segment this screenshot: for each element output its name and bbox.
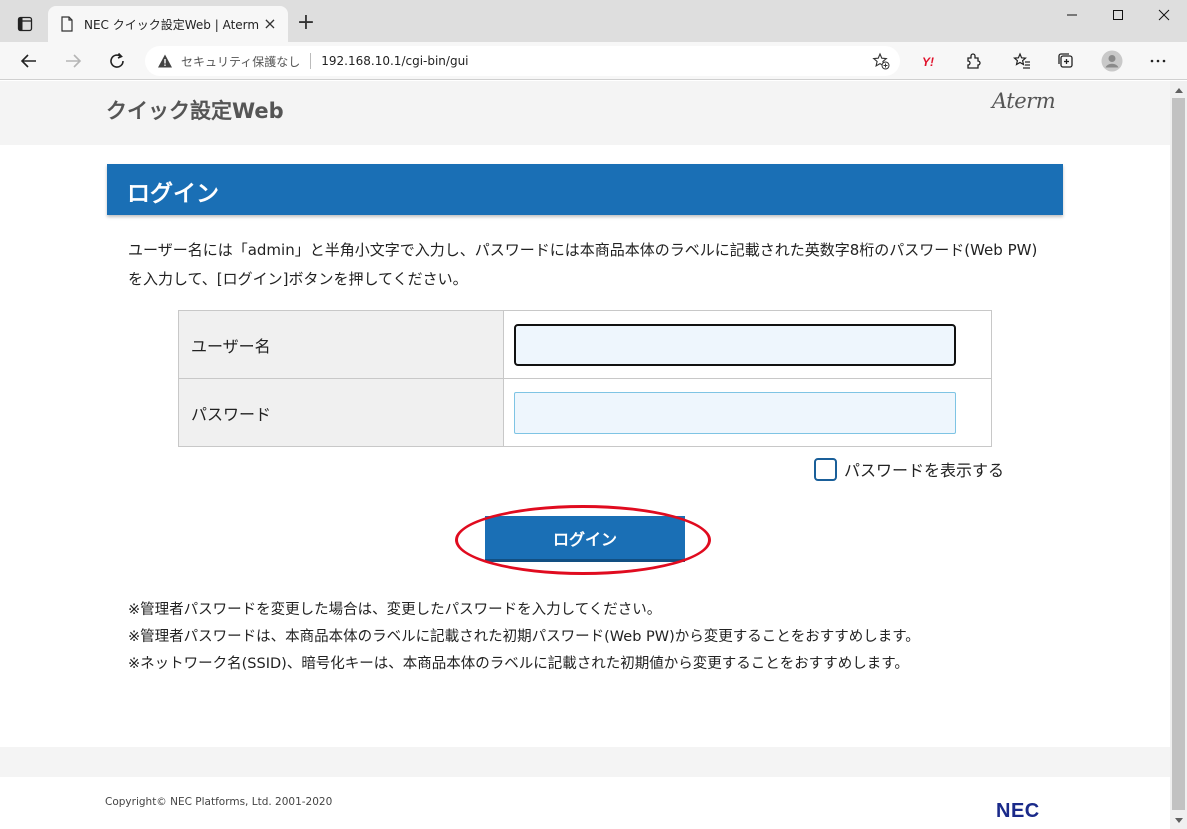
site-title: クイック設定Web xyxy=(106,99,284,123)
yahoo-extension-icon[interactable]: Y! xyxy=(916,47,944,75)
address-bar[interactable]: セキュリティ保護なし 192.168.10.1/cgi-bin/gui xyxy=(145,46,900,76)
minimize-icon[interactable] xyxy=(1049,0,1095,30)
svg-text:Y!: Y! xyxy=(922,55,934,68)
login-heading: ログイン xyxy=(127,181,219,207)
forward-icon[interactable] xyxy=(59,47,87,75)
username-row: ユーザー名 xyxy=(178,310,992,379)
tab-title: NEC クイック設定Web | Aterm xyxy=(84,17,260,32)
warning-icon[interactable] xyxy=(157,53,173,69)
password-row: パスワード xyxy=(178,378,992,447)
show-password-checkbox[interactable] xyxy=(814,457,837,481)
browser-toolbar: セキュリティ保護なし 192.168.10.1/cgi-bin/gui Y! xyxy=(0,42,1187,80)
note-item: ※管理者パスワードを変更した場合は、変更したパスワードを入力してください。 xyxy=(128,602,662,618)
tab-actions-icon[interactable] xyxy=(11,12,39,36)
site-header: クイック設定Web Aterm xyxy=(0,81,1170,145)
vertical-scrollbar[interactable] xyxy=(1170,81,1187,829)
footer-band xyxy=(0,747,1170,777)
copyright-text: Copyright© NEC Platforms, Ltd. 2001-2020 xyxy=(105,796,333,808)
security-status[interactable]: セキュリティ保護なし xyxy=(181,53,300,70)
add-favorite-icon[interactable] xyxy=(868,50,894,72)
collections-icon[interactable] xyxy=(1052,47,1080,75)
more-menu-icon[interactable] xyxy=(1144,47,1172,75)
login-instructions: ユーザー名には「admin」と半角小文字で入力し、パスワードには本商品本体のラベ… xyxy=(128,241,1038,288)
page-viewport: クイック設定Web Aterm ログイン ユーザー名には「admin」と半角小文… xyxy=(0,81,1170,829)
close-window-icon[interactable] xyxy=(1141,0,1187,30)
tab-close-icon[interactable]: × xyxy=(262,16,278,32)
nec-logo: NEC xyxy=(996,800,1040,822)
maximize-icon[interactable] xyxy=(1095,0,1141,30)
show-password-toggle[interactable]: パスワードを表示する xyxy=(814,457,1004,481)
note-item: ※ネットワーク名(SSID)、暗号化キーは、本商品本体のラベルに記載された初期値… xyxy=(128,656,909,672)
page-icon xyxy=(60,16,74,32)
scroll-thumb[interactable] xyxy=(1172,98,1185,810)
show-password-label[interactable]: パスワードを表示する xyxy=(844,457,1004,481)
favorites-icon[interactable] xyxy=(1008,47,1036,75)
scroll-down-icon[interactable] xyxy=(1170,812,1187,829)
login-button[interactable]: ログイン xyxy=(485,516,685,562)
username-cell xyxy=(503,310,992,379)
username-input[interactable] xyxy=(514,323,956,366)
aterm-logo: Aterm xyxy=(992,89,1056,113)
url-text[interactable]: 192.168.10.1/cgi-bin/gui xyxy=(321,54,868,68)
browser-titlebar: NEC クイック設定Web | Aterm × + xyxy=(0,0,1187,42)
browser-tab[interactable]: NEC クイック設定Web | Aterm × xyxy=(48,6,288,42)
scroll-up-icon[interactable] xyxy=(1170,81,1187,98)
new-tab-icon[interactable]: + xyxy=(294,12,318,36)
password-cell xyxy=(503,378,992,447)
back-icon[interactable] xyxy=(15,47,43,75)
login-form-table: ユーザー名 パスワード xyxy=(178,310,992,447)
notes-block: ※管理者パスワードを変更した場合は、変更したパスワードを入力してください。 ※管… xyxy=(128,597,1033,678)
refresh-icon[interactable] xyxy=(103,47,131,75)
site-footer: Copyright© NEC Platforms, Ltd. 2001-2020… xyxy=(0,747,1170,829)
username-label: ユーザー名 xyxy=(178,310,504,379)
password-input[interactable] xyxy=(514,391,956,434)
extensions-icon[interactable] xyxy=(959,47,987,75)
login-header-bar: ログイン xyxy=(107,164,1063,215)
profile-avatar-icon[interactable] xyxy=(1098,47,1126,75)
password-label: パスワード xyxy=(178,378,504,447)
address-separator xyxy=(310,53,312,69)
note-item: ※管理者パスワードは、本商品本体のラベルに記載された初期パスワード(Web PW… xyxy=(128,629,920,645)
